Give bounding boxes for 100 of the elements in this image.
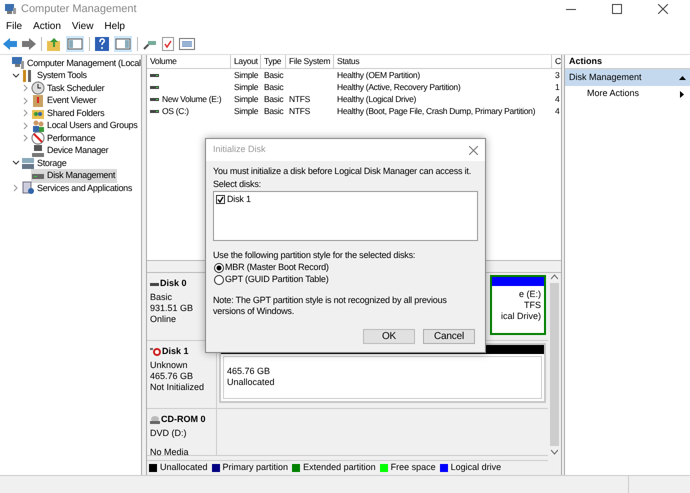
- table-cell: NTFS: [289, 92, 310, 106]
- tree-item[interactable]: Event Viewer: [31, 94, 98, 108]
- close-icon[interactable]: [469, 146, 478, 154]
- field-label: Use the following partition style for the selected disks:: [213, 249, 416, 262]
- field-label: Select disks:: [213, 178, 262, 191]
- table-cell: Basic: [264, 80, 284, 94]
- disk-info: No Media: [150, 446, 190, 456]
- disk-info: 931.51 GB: [150, 302, 194, 312]
- dialog-button[interactable]: OK: [363, 329, 415, 344]
- collapse-chevron-icon[interactable]: [12, 159, 20, 168]
- column-header[interactable]: File System: [286, 55, 334, 68]
- expand-chevron-icon[interactable]: [22, 134, 30, 142]
- collapse-triangle-icon[interactable]: [679, 74, 686, 80]
- table-cell: 3: [555, 68, 560, 82]
- folder-up-icon[interactable]: [47, 38, 61, 50]
- table-cell: Simple: [234, 68, 258, 82]
- expand-chevron-icon[interactable]: [12, 184, 20, 192]
- tree-item[interactable]: Task Scheduler: [31, 81, 106, 96]
- table-cell: 4: [555, 104, 560, 118]
- column-header[interactable]: Type: [261, 55, 286, 68]
- expand-chevron-icon[interactable]: [22, 122, 30, 130]
- back-arrow-icon[interactable]: [3, 38, 17, 50]
- users-icon: [31, 118, 45, 133]
- scroll-up-icon[interactable]: [551, 273, 558, 281]
- action-item[interactable]: More Actions: [565, 86, 690, 102]
- tree-item[interactable]: System Tools: [21, 68, 89, 83]
- minimize-icon: [566, 8, 576, 10]
- clock-icon: [31, 81, 45, 96]
- scrollbar[interactable]: [548, 273, 561, 456]
- scroll-down-icon[interactable]: [551, 448, 558, 456]
- tree-item[interactable]: Storage: [21, 156, 68, 170]
- disk-info: DVD (D:): [150, 426, 188, 438]
- tree-item[interactable]: Shared Folders: [31, 106, 106, 120]
- legend-label: Extended partition: [303, 461, 376, 474]
- column-header[interactable]: Volume: [147, 55, 231, 68]
- disk-info: Not Initialized: [150, 380, 206, 392]
- legend-label: Free space: [390, 461, 436, 474]
- legend-label: Primary partition: [222, 461, 288, 474]
- actions-section[interactable]: Disk Management: [565, 69, 690, 86]
- note-text: Note: The GPT partition style is not recognized by all previous versions of Windows.: [213, 295, 448, 317]
- partition-label: Unallocated: [227, 376, 276, 387]
- table-cell: 1: [555, 80, 560, 94]
- table-cell: Basic: [264, 92, 284, 106]
- menu-item[interactable]: View: [72, 18, 94, 34]
- device-icon: [31, 144, 45, 158]
- volume-icon: [150, 108, 159, 114]
- expand-chevron-icon[interactable]: [22, 96, 30, 105]
- menu-item[interactable]: File: [6, 18, 22, 34]
- partition-label: ical Drive): [500, 310, 541, 321]
- event-log-icon: [31, 94, 45, 108]
- partition-label: e (E:): [518, 288, 541, 299]
- tree-item[interactable]: Services and Applications: [21, 181, 134, 196]
- radio-button[interactable]: [214, 275, 224, 285]
- list-view-icon[interactable]: [179, 38, 195, 50]
- radio-label[interactable]: GPT (GUID Partition Table): [225, 273, 329, 287]
- table-cell: Healthy (OEM Partition): [337, 68, 420, 82]
- disk-list[interactable]: Disk 1: [213, 191, 478, 241]
- forward-arrow-icon[interactable]: [22, 38, 36, 50]
- tree-item[interactable]: Performance: [31, 131, 98, 146]
- gauge-icon: [31, 131, 45, 146]
- table-cell: Healthy (Active, Recovery Partition): [337, 80, 460, 94]
- tree-item[interactable]: Local Users and Groups: [31, 118, 140, 133]
- disk-info: Online: [150, 312, 178, 324]
- volume-icon: [150, 84, 159, 90]
- window-title: Computer Management: [21, 2, 137, 17]
- connect-icon[interactable]: [143, 38, 157, 50]
- computer-icon: [11, 56, 25, 70]
- column-header[interactable]: Layout: [231, 55, 261, 68]
- partition-label: 465.76 GB: [227, 365, 272, 376]
- disk-name: CD-ROM 0: [161, 413, 206, 426]
- list-item[interactable]: Disk 1: [227, 193, 251, 206]
- expand-chevron-icon[interactable]: [22, 109, 30, 118]
- table-cell: New Volume (E:): [162, 92, 222, 106]
- dialog-button[interactable]: Cancel: [423, 329, 475, 344]
- checkbox[interactable]: [216, 195, 225, 204]
- radio-button[interactable]: [214, 263, 224, 273]
- menu-item[interactable]: Help: [104, 18, 125, 34]
- pane-toggle-icon[interactable]: [66, 36, 84, 52]
- table-cell: Basic: [264, 68, 284, 82]
- dialog-message: You must initialize a disk before Logical Disk Manager can access it.: [213, 165, 472, 178]
- disk-info: Basic: [150, 290, 174, 302]
- pane-toggle-icon[interactable]: [114, 36, 132, 52]
- help-icon[interactable]: [95, 37, 109, 51]
- volume-icon: [150, 96, 159, 102]
- legend-label: Logical drive: [450, 461, 502, 474]
- table-cell: Healthy (Logical Drive): [337, 92, 416, 106]
- table-cell: NTFS: [289, 104, 310, 118]
- column-header[interactable]: Status: [334, 55, 552, 68]
- menu-item[interactable]: Action: [33, 18, 61, 34]
- tree-item[interactable]: Computer Management (Local: [11, 56, 141, 70]
- services-icon: [21, 181, 35, 196]
- partition-label: TFS: [524, 299, 541, 310]
- checklist-icon[interactable]: [162, 37, 174, 51]
- legend-label: Unallocated: [160, 461, 208, 474]
- submenu-arrow-icon: [680, 90, 684, 98]
- expand-chevron-icon[interactable]: [22, 84, 30, 92]
- collapse-chevron-icon[interactable]: [12, 72, 20, 80]
- tree-item[interactable]: Device Manager: [31, 144, 110, 158]
- tree-item[interactable]: Disk Management: [31, 168, 118, 183]
- partition-block[interactable]: e (E:) TFS ical Drive): [490, 275, 546, 335]
